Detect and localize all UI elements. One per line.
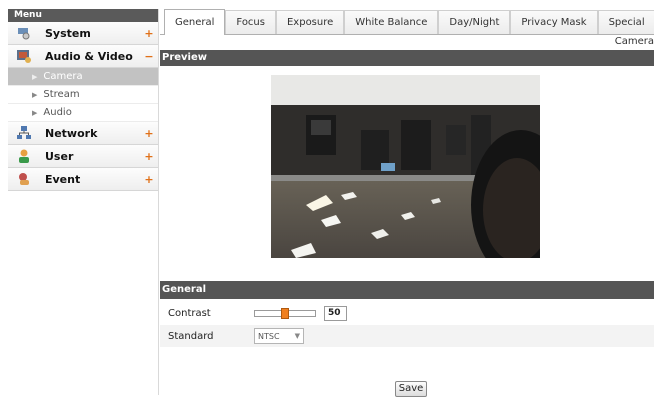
standard-row: Standard NTSC ▼ (160, 325, 654, 347)
camera-preview (271, 75, 540, 258)
contrast-slider[interactable] (254, 307, 316, 319)
chevron-right-icon: ▶ (32, 90, 38, 99)
preview-header: Preview (160, 50, 654, 66)
standard-select[interactable]: NTSC ▼ (254, 328, 304, 344)
tab-privacy-mask[interactable]: Privacy Mask (510, 10, 598, 34)
sidebar-item-network[interactable]: Network + (8, 122, 158, 145)
contrast-label: Contrast (168, 307, 211, 319)
sidebar-item-event[interactable]: Event + (8, 168, 158, 191)
wrench-icon (16, 25, 32, 41)
contrast-value-field[interactable]: 50 (324, 305, 347, 321)
sidebar-item-label: User (45, 149, 74, 163)
expand-icon[interactable]: + (142, 127, 156, 140)
sidebar-item-label: Audio & Video (45, 49, 133, 63)
tab-exposure[interactable]: Exposure (275, 10, 345, 34)
contrast-slider-handle[interactable] (281, 307, 289, 319)
tab-day-night[interactable]: Day/Night (438, 10, 511, 34)
contrast-row: Contrast 50 (160, 302, 654, 324)
expand-icon[interactable]: + (142, 173, 156, 186)
sidebar-item-label: Event (45, 172, 81, 186)
sidebar-subitem-camera[interactable]: ▶ Camera (8, 68, 158, 86)
general-section-header: General (160, 281, 654, 299)
standard-label: Standard (168, 330, 214, 342)
sidebar-item-label: System (45, 26, 91, 40)
sidebar-subitem-label: Stream (43, 89, 80, 100)
chevron-down-icon: ▼ (294, 332, 300, 340)
sidebar-subitem-label: Audio (43, 107, 72, 118)
expand-icon[interactable]: + (142, 150, 156, 163)
sidebar-item-audio-video[interactable]: Audio & Video − (8, 45, 158, 68)
expand-icon[interactable]: + (142, 27, 156, 40)
standard-select-value: NTSC (258, 331, 280, 341)
chevron-right-icon: ▶ (32, 108, 38, 117)
tab-special[interactable]: Special (597, 10, 654, 34)
menu-header: Menu (8, 9, 158, 22)
sidebar-subitem-label: Camera (43, 71, 83, 82)
sidebar-menu: Menu System + Audio & Video − ▶ Camera ▶… (8, 9, 159, 395)
event-icon (16, 171, 32, 187)
user-icon (16, 148, 32, 164)
sidebar-item-user[interactable]: User + (8, 145, 158, 168)
chevron-right-icon: ▶ (32, 72, 38, 81)
settings-tabs: General Focus Exposure White Balance Day… (160, 9, 654, 35)
network-icon (16, 125, 32, 141)
page-title: Camera (614, 36, 654, 47)
tab-white-balance[interactable]: White Balance (344, 10, 439, 34)
collapse-icon[interactable]: − (142, 50, 156, 63)
sidebar-item-label: Network (45, 126, 98, 140)
tab-general[interactable]: General (164, 9, 226, 35)
sidebar-subitem-stream[interactable]: ▶ Stream (8, 86, 158, 104)
camera-icon (16, 48, 32, 64)
sidebar-subitem-audio[interactable]: ▶ Audio (8, 104, 158, 122)
sidebar-item-system[interactable]: System + (8, 22, 158, 45)
tab-focus[interactable]: Focus (225, 10, 276, 34)
